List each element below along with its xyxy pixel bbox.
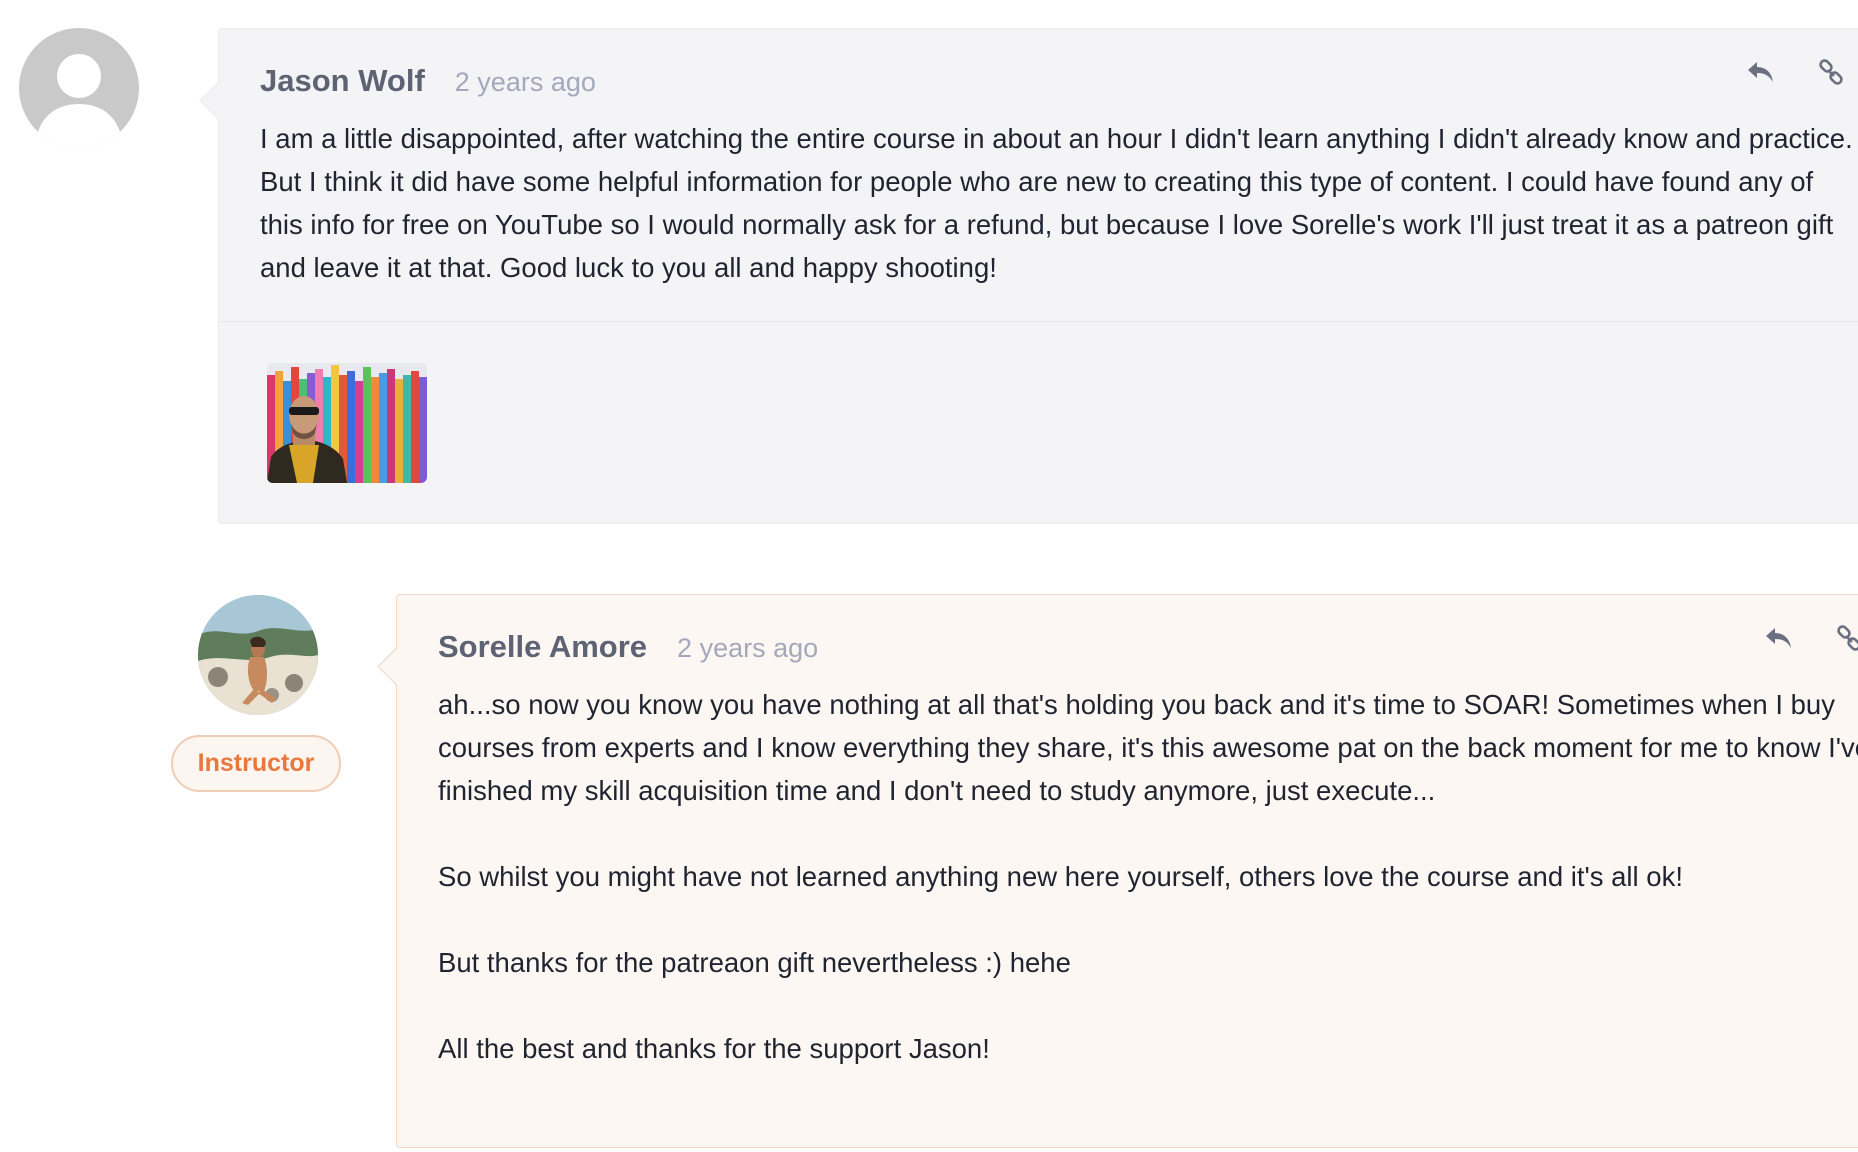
comment-paragraph: ah...so now you know you have nothing at…: [438, 689, 1858, 806]
link-icon: [1819, 59, 1843, 85]
comment-header: Sorelle Amore 2 years ago: [438, 629, 818, 665]
reply-button[interactable]: [1745, 57, 1777, 89]
comment-timestamp[interactable]: 2 years ago: [677, 633, 818, 664]
comment-actions: [1745, 57, 1847, 89]
comment-body: ah...so now you know you have nothing at…: [438, 683, 1858, 1070]
link-icon: [1837, 625, 1858, 651]
comment-author[interactable]: Sorelle Amore: [438, 629, 647, 665]
instructor-avatar-photo: [198, 595, 318, 715]
instructor-badge: Instructor: [171, 735, 341, 792]
attachment-divider: [219, 321, 1858, 322]
comment-pointer: [199, 81, 238, 120]
comment-actions: [1763, 623, 1858, 655]
default-user-icon: [19, 28, 139, 148]
comment-header: Jason Wolf 2 years ago: [260, 63, 596, 99]
reply-icon: [1766, 628, 1791, 648]
permalink-button[interactable]: [1833, 623, 1858, 655]
comment-body: I am a little disappointed, after watchi…: [260, 117, 1858, 289]
comment-paragraph: I am a little disappointed, after watchi…: [260, 123, 1853, 283]
permalink-button[interactable]: [1815, 57, 1847, 89]
reply-button[interactable]: [1763, 623, 1795, 655]
avatar-sorelle-amore: [198, 595, 318, 715]
comment-paragraph: But thanks for the patreaon gift neverth…: [438, 947, 1071, 978]
reply-icon: [1748, 62, 1773, 82]
comment-paragraph: All the best and thanks for the support …: [438, 1033, 990, 1064]
comment-author[interactable]: Jason Wolf: [260, 63, 425, 99]
comment-paragraph: So whilst you might have not learned any…: [438, 861, 1683, 892]
comment-timestamp[interactable]: 2 years ago: [455, 67, 596, 98]
avatar-jason-wolf: [19, 28, 139, 148]
attachment-thumbnail[interactable]: [267, 363, 427, 483]
attachment-image: [267, 363, 427, 483]
comment-card-sorelle-amore: Sorelle Amore 2 years ago ah...so now yo…: [377, 594, 1858, 1148]
comment-pointer: [377, 647, 416, 686]
comment-card-jason-wolf: Jason Wolf 2 years ago I am a little dis…: [199, 28, 1858, 524]
